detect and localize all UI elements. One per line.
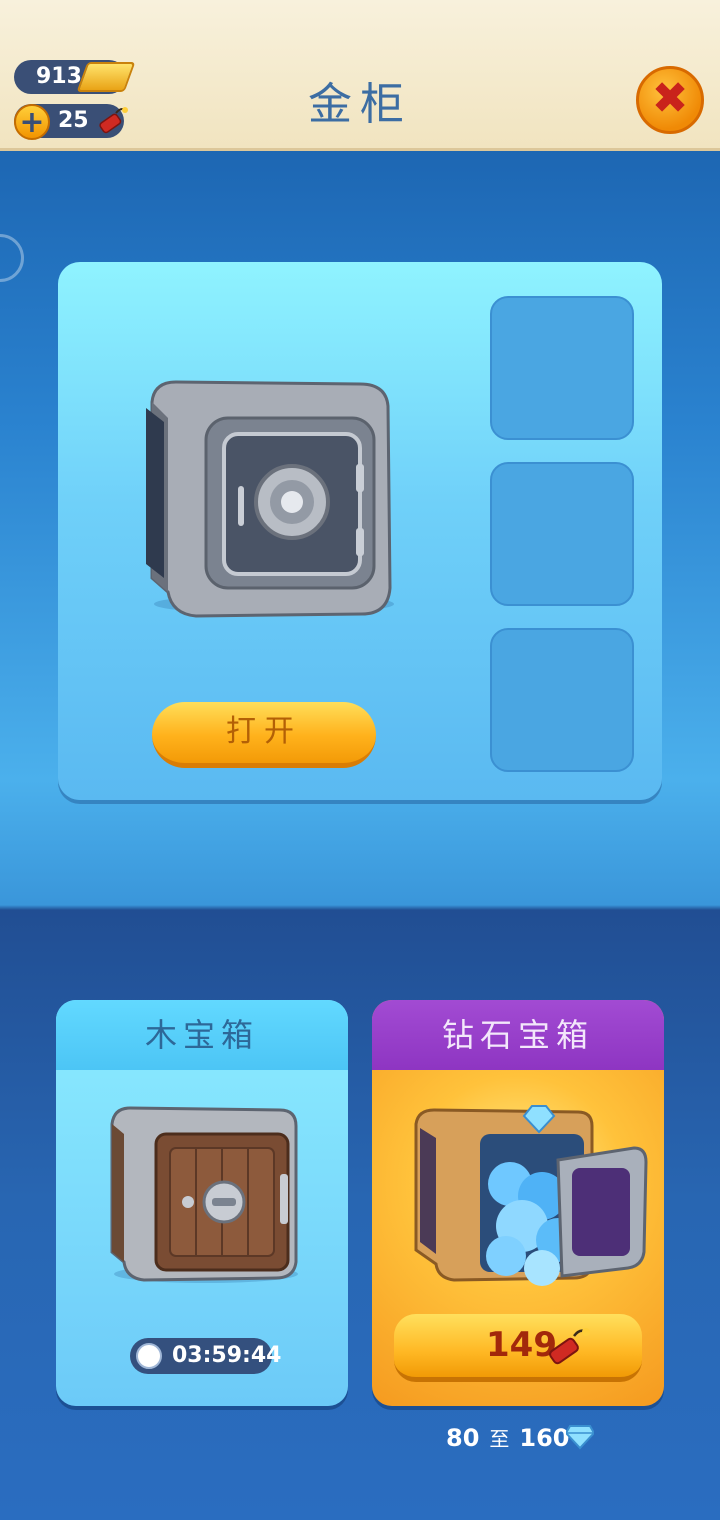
reward-min: 80 xyxy=(446,1424,480,1452)
safe-image xyxy=(146,380,394,618)
reward-max: 160 xyxy=(519,1424,570,1452)
close-button[interactable]: ✖ xyxy=(636,66,704,134)
wood-chest-image xyxy=(110,1106,298,1283)
side-tab-button[interactable] xyxy=(0,234,24,282)
reward-slot-3 xyxy=(490,628,634,772)
wood-chest-card[interactable]: 木宝箱 03:59:44 xyxy=(56,1000,348,1406)
wood-chest-title: 木宝箱 xyxy=(56,1000,348,1070)
page-title: 金柜 xyxy=(308,79,412,130)
vault-panel: 打开 xyxy=(58,262,662,800)
dynamite-icon xyxy=(549,1328,590,1365)
diamond-chest-title: 钻石宝箱 xyxy=(372,1000,664,1070)
timer-text: 03:59:44 xyxy=(172,1343,282,1368)
diamond-reward-range: 80 至 160 xyxy=(446,1420,606,1456)
reward-separator: 至 xyxy=(489,1427,510,1451)
reward-slot-1 xyxy=(490,296,634,440)
diamond-icon xyxy=(566,1425,594,1450)
close-icon: ✖ xyxy=(651,73,689,124)
reward-slot-2 xyxy=(490,462,634,606)
buy-diamond-chest-button[interactable]: 149 xyxy=(394,1314,642,1382)
clock-icon xyxy=(136,1343,162,1369)
diamond-chest-image xyxy=(414,1105,648,1286)
open-button-label: 打开 xyxy=(226,714,302,749)
open-button[interactable]: 打开 xyxy=(152,702,376,768)
chest-timer: 03:59:44 xyxy=(130,1338,281,1374)
top-bar: 913 25 + 金柜 ✖ xyxy=(0,0,720,151)
diamond-chest-card[interactable]: 钻石宝箱 149 xyxy=(372,1000,664,1406)
